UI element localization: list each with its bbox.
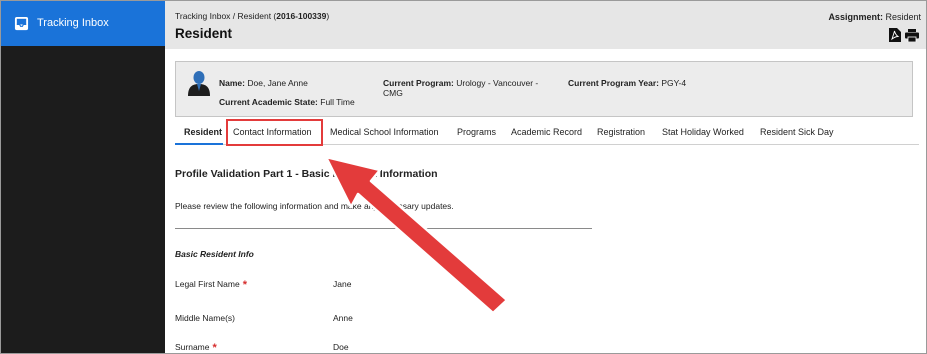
assignment-key: Assignment: [828, 12, 883, 22]
program-year-label: Current Program Year: [568, 78, 660, 88]
tab-bar: Resident Contact Information Medical Sch… [175, 121, 919, 145]
resident-name: Name: Doe, Jane Anne [219, 78, 308, 88]
field-label-text: Surname [175, 342, 210, 352]
current-program-label: Current Program: [383, 78, 454, 88]
assignment-value: Resident [885, 12, 921, 22]
breadcrumb: Tracking Inbox / Resident (2016-100339) [175, 11, 329, 21]
field-value-legal-first-name[interactable]: Jane [333, 279, 351, 289]
breadcrumb-suffix: ) [326, 11, 330, 21]
sidebar: Tracking Inbox [0, 0, 165, 354]
section-divider [175, 228, 592, 229]
tab-stat-holiday-worked[interactable]: Stat Holiday Worked [662, 127, 744, 137]
field-label-text: Legal First Name [175, 279, 240, 289]
required-asterisk-icon: * [212, 342, 217, 354]
tab-programs[interactable]: Programs [457, 127, 496, 137]
sidebar-item-tracking-inbox[interactable]: Tracking Inbox [0, 0, 165, 46]
print-icon[interactable] [905, 29, 919, 42]
field-label-surname: Surname * [175, 342, 217, 354]
tab-medical-school-information[interactable]: Medical School Information [330, 127, 439, 137]
academic-state: Current Academic State: Full Time [219, 97, 355, 107]
breadcrumb-resident-id: 2016-100339 [276, 11, 327, 21]
tab-contact-information[interactable]: Contact Information [233, 127, 312, 137]
page-header: Tracking Inbox / Resident (2016-100339) … [165, 0, 927, 49]
section-description: Please review the following information … [175, 201, 454, 211]
field-label-legal-first-name: Legal First Name * [175, 279, 247, 291]
academic-state-label: Current Academic State: [219, 97, 318, 107]
tab-resident-sick-day[interactable]: Resident Sick Day [760, 127, 834, 137]
field-value-middle-names[interactable]: Anne [333, 313, 353, 323]
sidebar-item-label: Tracking Inbox [37, 17, 109, 29]
resident-summary-card: Name: Doe, Jane Anne Current Academic St… [175, 61, 913, 117]
tab-registration[interactable]: Registration [597, 127, 645, 137]
field-value-surname[interactable]: Doe [333, 342, 349, 352]
current-program: Current Program: Urology - Vancouver - C… [383, 78, 558, 98]
breadcrumb-link-tracking-inbox[interactable]: Tracking Inbox / Resident ( [175, 11, 276, 21]
required-asterisk-icon: * [242, 279, 247, 291]
field-label-middle-names: Middle Name(s) [175, 313, 235, 323]
active-tab-indicator [175, 143, 223, 145]
tab-resident[interactable]: Resident [184, 127, 222, 137]
academic-state-value: Full Time [320, 97, 355, 107]
program-year: Current Program Year: PGY-4 [568, 78, 686, 88]
section-title: Profile Validation Part 1 - Basic Reside… [175, 168, 438, 180]
program-year-value: PGY-4 [661, 78, 687, 88]
resident-name-label: Name: [219, 78, 245, 88]
field-label-text: Middle Name(s) [175, 313, 235, 323]
subsection-title: Basic Resident Info [175, 249, 254, 259]
tab-academic-record[interactable]: Academic Record [511, 127, 582, 137]
assignment-label: Assignment: Resident [828, 12, 921, 22]
page-title: Resident [175, 26, 233, 41]
pdf-icon[interactable] [889, 28, 901, 42]
resident-name-value: Doe, Jane Anne [247, 78, 308, 88]
inbox-icon [14, 16, 29, 30]
avatar [188, 71, 210, 96]
